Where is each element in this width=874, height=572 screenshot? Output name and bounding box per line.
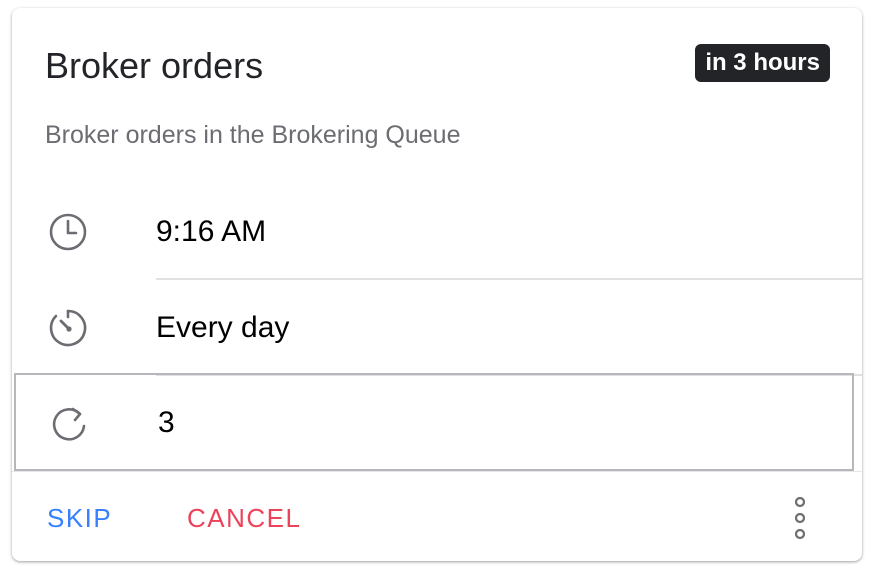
schedule-badge: in 3 hours bbox=[695, 44, 830, 82]
run-time-value: 9:16 AM bbox=[156, 215, 267, 248]
skip-button[interactable]: SKIP bbox=[47, 498, 112, 538]
footer-divider bbox=[12, 471, 862, 472]
run-time-item[interactable]: 9:16 AM bbox=[12, 184, 862, 280]
frequency-item[interactable]: Every day bbox=[12, 280, 862, 376]
card-subtitle: Broker orders in the Brokering Queue bbox=[45, 121, 461, 149]
more-vertical-icon[interactable] bbox=[786, 494, 814, 542]
refresh-icon bbox=[48, 402, 92, 446]
timer-icon bbox=[46, 306, 90, 350]
frequency-value: Every day bbox=[156, 311, 290, 344]
job-card: Broker orders in 3 hours Broker orders i… bbox=[12, 8, 862, 561]
card-title: Broker orders bbox=[45, 45, 264, 86]
cancel-button[interactable]: CANCEL bbox=[187, 498, 301, 538]
run-count-value: 3 bbox=[158, 406, 175, 439]
clock-icon bbox=[46, 210, 90, 254]
run-count-item[interactable]: 3 bbox=[14, 373, 854, 471]
